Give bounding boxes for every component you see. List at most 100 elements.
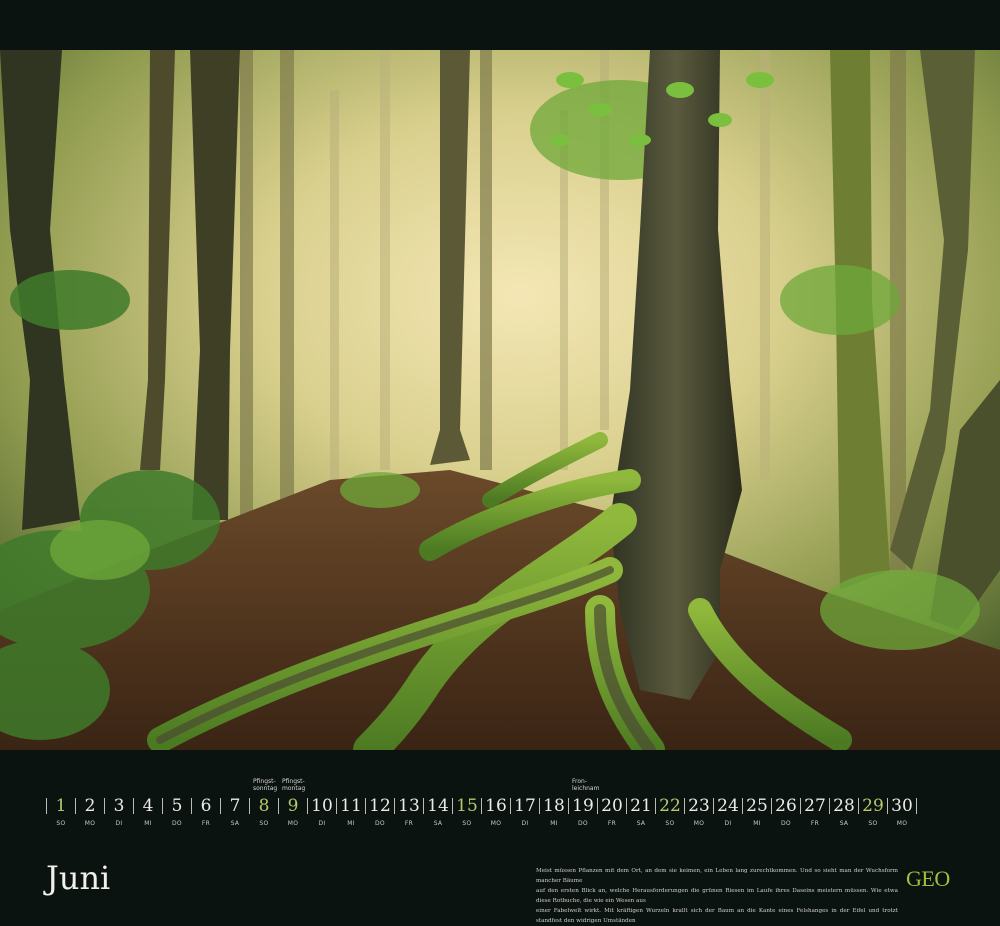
weekday-label: DI xyxy=(521,820,529,827)
calendar-day: 2 MO xyxy=(75,796,103,832)
weekday-label: SO xyxy=(462,820,472,827)
calendar-day: 18 MI xyxy=(539,796,567,832)
day-separator xyxy=(771,798,772,814)
weekday-label: DO xyxy=(172,820,182,827)
holiday-label-line: montag xyxy=(282,785,306,792)
weekday-label: DO xyxy=(375,820,385,827)
day-separator xyxy=(336,798,337,814)
weekday-label: SO xyxy=(56,820,66,827)
day-number: 6 xyxy=(200,796,212,816)
caption-line: einer Fabelwelt wirkt. Mit kräftigen Wur… xyxy=(536,908,898,924)
day-number: 25 xyxy=(746,796,768,816)
day-number: 19 xyxy=(572,796,594,816)
day-number: 10 xyxy=(311,796,333,816)
day-number: 13 xyxy=(398,796,420,816)
day-separator xyxy=(220,798,221,814)
day-number: 8 xyxy=(258,796,270,816)
photo-caption: Meist müssen Pflanzen mit dem Ort, an de… xyxy=(536,866,898,926)
weekday-label: MI xyxy=(550,820,558,827)
day-separator xyxy=(75,798,76,814)
calendar-day: 19 DO xyxy=(568,796,596,832)
day-number: 2 xyxy=(84,796,96,816)
calendar-day: 6 FR xyxy=(191,796,219,832)
weekday-label: FR xyxy=(404,820,414,827)
day-separator xyxy=(597,798,598,814)
day-separator xyxy=(539,798,540,814)
day-separator xyxy=(104,798,105,814)
day-separator xyxy=(481,798,482,814)
day-separator xyxy=(887,798,888,814)
calendar-day: 29 SO xyxy=(858,796,886,832)
weekday-label: DI xyxy=(115,820,123,827)
holiday-label: Pfingst-montag xyxy=(282,778,316,792)
weekday-label: DO xyxy=(781,820,791,827)
holiday-label-line: Fron- xyxy=(572,778,587,785)
forest-illustration xyxy=(0,50,1000,750)
calendar-day: 16 MO xyxy=(481,796,509,832)
holiday-label: Fron-leichnam xyxy=(572,778,606,792)
day-separator xyxy=(655,798,656,814)
day-number: 14 xyxy=(427,796,449,816)
day-number: 26 xyxy=(775,796,797,816)
weekday-label: SA xyxy=(230,820,240,827)
day-separator xyxy=(713,798,714,814)
day-number: 16 xyxy=(485,796,507,816)
calendar-day: 20 FR xyxy=(597,796,625,832)
day-separator xyxy=(133,798,134,814)
day-separator xyxy=(423,798,424,814)
calendar-day: 22 SO xyxy=(655,796,683,832)
caption-line: auf den ersten Blick an, welche Herausfo… xyxy=(536,888,898,904)
calendar-day: 7 SA xyxy=(220,796,248,832)
calendar-day: 1 SO xyxy=(46,796,74,832)
day-number: 3 xyxy=(113,796,125,816)
weekday-label: FR xyxy=(201,820,211,827)
day-number: 17 xyxy=(514,796,536,816)
calendar-day: 13 FR xyxy=(394,796,422,832)
day-separator xyxy=(800,798,801,814)
day-separator xyxy=(162,798,163,814)
day-number: 28 xyxy=(833,796,855,816)
weekday-label: MO xyxy=(693,820,705,827)
weekday-label: SA xyxy=(636,820,646,827)
calendar-day: 21 SA xyxy=(626,796,654,832)
calendar-day: 11 MI xyxy=(336,796,364,832)
day-separator xyxy=(510,798,511,814)
calendar-day: 5 DO xyxy=(162,796,190,832)
calendar-day: 24 DI xyxy=(713,796,741,832)
geo-logo: GEO xyxy=(906,866,950,891)
day-separator xyxy=(742,798,743,814)
calendar-day: 23 MO xyxy=(684,796,712,832)
weekday-label: MI xyxy=(347,820,355,827)
day-separator xyxy=(46,798,47,814)
forest-photo xyxy=(0,50,1000,750)
calendar-day: 26 DO xyxy=(771,796,799,832)
day-separator xyxy=(249,798,250,814)
calendar-day: 10 DI xyxy=(307,796,335,832)
day-number: 21 xyxy=(630,796,652,816)
calendar-day: 28 SA xyxy=(829,796,857,832)
calendar-day: 8 SO xyxy=(249,796,277,832)
day-separator xyxy=(394,798,395,814)
weekday-label: MI xyxy=(144,820,152,827)
day-number: 20 xyxy=(601,796,623,816)
weekday-label: MI xyxy=(753,820,761,827)
holiday-label-line: leichnam xyxy=(572,785,600,792)
weekday-label: FR xyxy=(810,820,820,827)
day-number: 22 xyxy=(659,796,681,816)
day-separator xyxy=(568,798,569,814)
calendar-day: 30 MO xyxy=(887,796,915,832)
weekday-label: MO xyxy=(490,820,502,827)
day-separator xyxy=(626,798,627,814)
weekday-label: SA xyxy=(839,820,849,827)
calendar-strip: 1 SO 2 MO 3 DI 4 MI 5 DO 6 FR 7 SA 8 SO Pfingst-sonntag 9… xyxy=(46,778,926,832)
day-number: 30 xyxy=(891,796,913,816)
day-number: 4 xyxy=(142,796,154,816)
day-number: 27 xyxy=(804,796,826,816)
day-number: 15 xyxy=(456,796,478,816)
day-separator xyxy=(829,798,830,814)
calendar-day: 9 MO xyxy=(278,796,306,832)
weekday-label: MO xyxy=(287,820,299,827)
day-number: 11 xyxy=(340,796,362,816)
day-number: 12 xyxy=(369,796,391,816)
day-separator xyxy=(916,798,917,814)
